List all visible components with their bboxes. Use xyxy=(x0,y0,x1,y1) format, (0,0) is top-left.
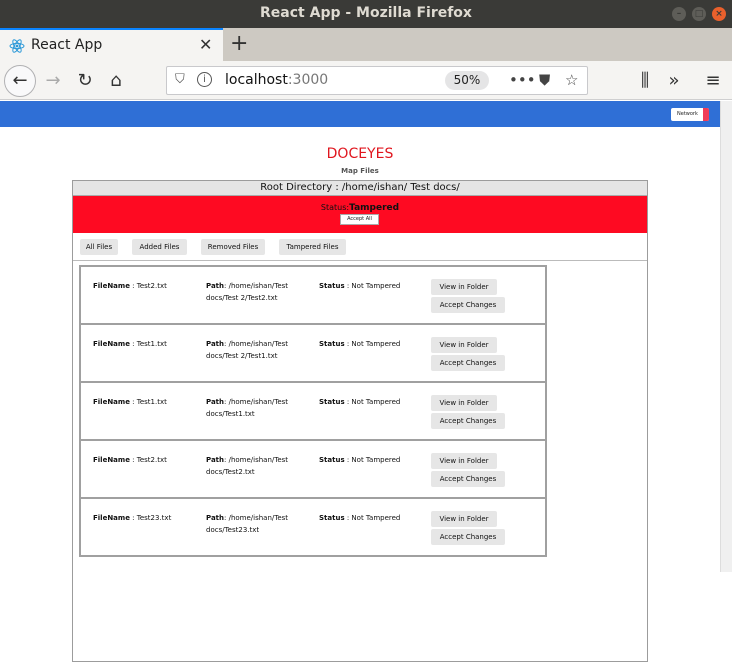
file-list: FileName : Test2.txt Path: /home/ishan/T… xyxy=(79,265,547,557)
status-cell: Status : Not Tampered xyxy=(319,456,401,464)
maximize-icon[interactable]: □ xyxy=(692,7,706,21)
file-row: FileName : Test2.txt Path: /home/ishan/T… xyxy=(81,441,545,499)
filename-cell: FileName : Test1.txt xyxy=(93,398,167,406)
filename-cell: FileName : Test1.txt xyxy=(93,340,167,348)
navigation-toolbar: ← → ↻ ⌂ ⛉ i localhost:3000 50% ••• ⛊ ☆ ⫼… xyxy=(0,61,732,100)
root-directory: Root Directory : /home/ishan/ Test docs/ xyxy=(73,181,647,196)
file-row: FileName : Test23.txt Path: /home/ishan/… xyxy=(81,499,545,557)
view-in-folder-button[interactable]: View in Folder xyxy=(431,337,497,353)
file-row: FileName : Test2.txt Path: /home/ishan/T… xyxy=(81,267,545,325)
status-line: Status:Tampered xyxy=(73,203,647,213)
status-value: Tampered xyxy=(349,203,400,213)
filter-tampered-files-button[interactable]: Tampered Files xyxy=(279,239,346,255)
view-in-folder-button[interactable]: View in Folder xyxy=(431,511,497,527)
reload-icon[interactable]: ↻ xyxy=(72,68,98,94)
path-cell: Path: /home/ishan/Test docs/Test 2/Test1.… xyxy=(206,340,289,360)
library-icon[interactable]: ⫼ xyxy=(632,68,658,94)
window-title: React App - Mozilla Firefox xyxy=(260,5,472,21)
view-in-folder-button[interactable]: View in Folder xyxy=(431,279,497,295)
back-icon[interactable]: ← xyxy=(4,65,36,97)
overflow-icon[interactable]: » xyxy=(661,68,687,94)
status-cell: Status : Not Tampered xyxy=(319,282,401,290)
network-label: Network xyxy=(677,111,698,117)
file-row: FileName : Test1.txt Path: /home/ishan/T… xyxy=(81,383,545,441)
tab-title: React App xyxy=(31,37,103,53)
path-cell: Path: /home/ishan/Test docs/Test1.txt xyxy=(206,398,289,418)
view-in-folder-button[interactable]: View in Folder xyxy=(431,395,497,411)
status-cell: Status : Not Tampered xyxy=(319,398,401,406)
status-cell: Status : Not Tampered xyxy=(319,340,401,348)
page-content: Network DOCEYES Map Files Root Directory… xyxy=(0,101,720,662)
page-scrollbar[interactable] xyxy=(720,101,732,572)
menu-icon[interactable]: ≡ xyxy=(700,68,726,94)
path-cell: Path: /home/ishan/Test docs/Test 2/Test2.… xyxy=(206,282,289,302)
forward-icon[interactable]: → xyxy=(40,68,66,94)
app-header: Network xyxy=(0,101,720,127)
accept-changes-button[interactable]: Accept Changes xyxy=(431,529,505,545)
status-banner: Status:Tampered Accept All xyxy=(73,196,647,233)
tab-close-icon[interactable]: ✕ xyxy=(199,35,212,54)
network-toggle-indicator xyxy=(703,108,709,121)
info-icon[interactable]: i xyxy=(197,72,212,87)
window-titlebar: React App - Mozilla Firefox – □ × xyxy=(0,0,732,28)
map-files-panel: Root Directory : /home/ishan/ Test docs/… xyxy=(72,180,648,662)
view-in-folder-button[interactable]: View in Folder xyxy=(431,453,497,469)
zoom-level[interactable]: 50% xyxy=(445,71,489,90)
filename-cell: FileName : Test2.txt xyxy=(93,282,167,290)
react-icon xyxy=(9,39,25,53)
path-cell: Path: /home/ishan/Test docs/Test2.txt xyxy=(206,456,289,476)
pocket-icon[interactable]: ⛊ xyxy=(539,71,550,89)
accept-changes-button[interactable]: Accept Changes xyxy=(431,471,505,487)
path-cell: Path: /home/ishan/Test docs/Test23.txt xyxy=(206,514,289,534)
filename-cell: FileName : Test2.txt xyxy=(93,456,167,464)
status-cell: Status : Not Tampered xyxy=(319,514,401,522)
app-brand: DOCEYES xyxy=(326,146,394,162)
page-subtitle: Map Files xyxy=(341,167,379,175)
home-icon[interactable]: ⌂ xyxy=(103,68,129,94)
filename-cell: FileName : Test23.txt xyxy=(93,514,172,522)
filter-all-files-button[interactable]: All Files xyxy=(80,239,118,255)
filter-removed-files-button[interactable]: Removed Files xyxy=(201,239,265,255)
close-window-icon[interactable]: × xyxy=(712,7,726,21)
filter-bar: All Files Added Files Removed Files Tamp… xyxy=(73,233,647,261)
url-text[interactable]: localhost:3000 xyxy=(225,72,328,88)
bookmark-star-icon[interactable]: ☆ xyxy=(565,71,578,89)
filter-added-files-button[interactable]: Added Files xyxy=(132,239,187,255)
status-label: Status: xyxy=(320,203,350,212)
accept-all-button[interactable]: Accept All xyxy=(340,214,379,225)
accept-changes-button[interactable]: Accept Changes xyxy=(431,355,505,371)
minimize-icon[interactable]: – xyxy=(672,7,686,21)
tab-react-app[interactable]: React App ✕ xyxy=(0,28,223,61)
accept-changes-button[interactable]: Accept Changes xyxy=(431,297,505,313)
tab-strip: React App ✕ + xyxy=(0,28,732,61)
new-tab-icon[interactable]: + xyxy=(230,31,248,56)
shield-icon[interactable]: ⛉ xyxy=(175,72,185,87)
more-actions-icon[interactable]: ••• xyxy=(509,71,536,89)
network-toggle[interactable]: Network xyxy=(671,108,709,121)
file-row: FileName : Test1.txt Path: /home/ishan/T… xyxy=(81,325,545,383)
url-bar[interactable]: ⛉ i localhost:3000 50% ••• ⛊ ☆ xyxy=(166,66,588,95)
accept-changes-button[interactable]: Accept Changes xyxy=(431,413,505,429)
